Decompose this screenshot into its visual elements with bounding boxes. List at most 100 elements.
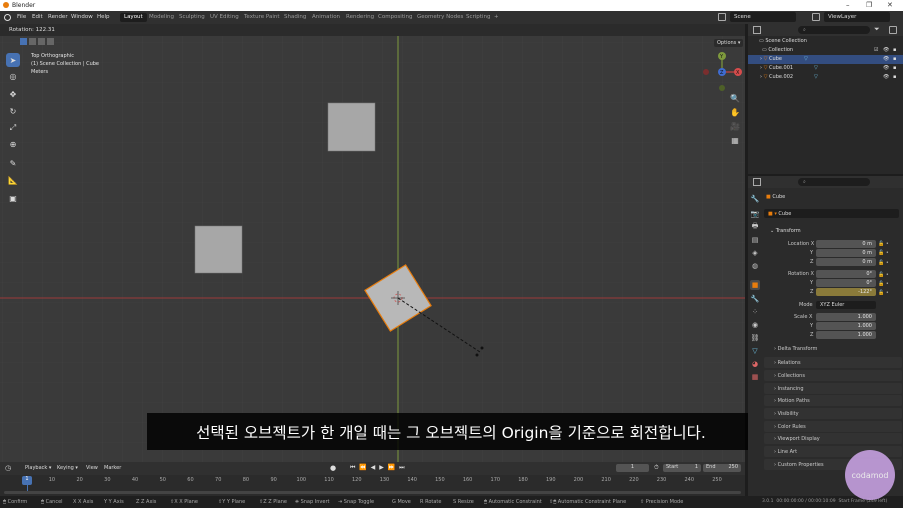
outliner-item-cube[interactable]: › ▽ Cube ▽ 👁 ▪: [748, 55, 903, 64]
particles-tab-icon[interactable]: ⁘: [750, 307, 760, 317]
timeline-scrollbar[interactable]: [4, 491, 741, 494]
outliner-search-input[interactable]: ⌕: [798, 26, 870, 34]
playback-menu[interactable]: Playback ▾: [25, 465, 51, 471]
panel-instancing[interactable]: › Instancing: [764, 383, 902, 394]
move-tool-icon[interactable]: ✥: [6, 87, 20, 101]
new-collection-icon[interactable]: [889, 26, 897, 34]
view-layer-tab-icon[interactable]: ▤: [750, 235, 760, 245]
menu-edit[interactable]: Edit: [32, 14, 43, 20]
outliner-scene-collection[interactable]: ▭ Scene Collection: [748, 37, 903, 46]
panel-collections[interactable]: › Collections: [764, 370, 902, 381]
outliner-item-cube-002[interactable]: › ▽ Cube.002 ▽ 👁 ▪: [748, 73, 903, 82]
output-tab-icon[interactable]: 🖶: [750, 222, 760, 232]
tab-layout[interactable]: Layout: [120, 13, 147, 22]
panel-motion-paths[interactable]: › Motion Paths: [764, 395, 902, 406]
panel-visibility[interactable]: › Visibility: [764, 408, 902, 419]
timeline-editor-type-icon[interactable]: ◷: [5, 464, 11, 472]
menu-file[interactable]: File: [17, 14, 26, 20]
material-tab-icon[interactable]: ◕: [750, 359, 760, 369]
location-y-field[interactable]: 0 m: [816, 249, 876, 257]
playback-controls[interactable]: ⏮ ⏪ ◀ ▶ ⏩ ⏭: [350, 464, 406, 472]
camera-icon[interactable]: ▪: [893, 74, 896, 80]
transform-panel-header[interactable]: ⌄ Transform: [764, 225, 902, 236]
rotate-tool-icon[interactable]: ↻: [6, 104, 20, 118]
scene-tab-icon[interactable]: ◈: [750, 248, 760, 258]
panel-color-rules[interactable]: › Color Rules: [764, 421, 902, 432]
rotation-x-field[interactable]: 0°: [816, 270, 876, 278]
rotation-mode-select[interactable]: XYZ Euler: [816, 301, 876, 309]
constraints-tab-icon[interactable]: ⛓: [750, 333, 760, 343]
modifier-tab-icon[interactable]: 🔧: [750, 294, 760, 304]
editor-type-icon[interactable]: [753, 26, 761, 34]
playhead[interactable]: 1: [22, 476, 32, 485]
tab-sculpting[interactable]: Sculpting: [175, 13, 209, 22]
ortho-toggle-grid-icon[interactable]: ▦: [729, 134, 741, 146]
cursor-tool-icon[interactable]: ◎: [6, 69, 20, 83]
texture-tab-icon[interactable]: ▦: [750, 372, 760, 382]
view-layer-selector[interactable]: ViewLayer: [824, 12, 890, 22]
eye-icon[interactable]: 👁: [883, 56, 889, 62]
tab-shading[interactable]: Shading: [280, 13, 310, 22]
panel-relations[interactable]: › Relations: [764, 357, 902, 368]
rotation-z-field[interactable]: -122°: [816, 288, 876, 296]
transform-tool-icon[interactable]: ⊕: [6, 137, 20, 151]
view-layer-icon[interactable]: [812, 13, 820, 21]
add-cube-tool-icon[interactable]: ▣: [6, 191, 20, 205]
world-tab-icon[interactable]: ◍: [750, 261, 760, 271]
close-button[interactable]: ✕: [887, 1, 893, 9]
tab-texture-paint[interactable]: Texture Paint: [240, 13, 284, 22]
lock-icon[interactable]: 🔓 •: [878, 289, 894, 298]
blender-menu-icon[interactable]: [4, 14, 11, 21]
scale-x-field[interactable]: 1.000: [816, 313, 876, 321]
tab-rendering[interactable]: Rendering: [342, 13, 378, 22]
tab-compositing[interactable]: Compositing: [374, 13, 416, 22]
keying-menu[interactable]: Keying ▾: [57, 465, 78, 471]
3d-viewport[interactable]: Rotation: 122.31 Top Orthographic (1) Sc…: [0, 24, 745, 462]
data-tab-icon[interactable]: ▽: [750, 346, 760, 356]
menu-help[interactable]: Help: [97, 14, 110, 20]
current-frame-field[interactable]: 1: [616, 464, 649, 472]
minimize-button[interactable]: –: [846, 1, 850, 9]
stopwatch-icon[interactable]: ⏱: [654, 464, 659, 472]
camera-icon[interactable]: ▪: [893, 56, 896, 62]
render-tab-icon[interactable]: 📷: [750, 209, 760, 219]
annotate-tool-icon[interactable]: ✎: [6, 156, 20, 170]
outliner-item-cube-001[interactable]: › ▽ Cube.001 ▽ 👁 ▪: [748, 64, 903, 73]
lock-icon[interactable]: 🔓 •: [878, 249, 894, 258]
eye-icon[interactable]: 👁: [883, 74, 889, 80]
tab-modeling[interactable]: Modeling: [145, 13, 178, 22]
navigation-gizmo[interactable]: Y X Z: [700, 50, 744, 94]
camera-icon[interactable]: ▪: [893, 65, 896, 71]
timeline-editor[interactable]: ◷ Playback ▾ Keying ▾ View Marker ● ⏮ ⏪ …: [0, 462, 745, 496]
options-dropdown[interactable]: Options ▾: [714, 39, 744, 47]
select-extend-icon[interactable]: [29, 38, 36, 45]
scene-selector[interactable]: Scene: [730, 12, 796, 22]
scale-y-field[interactable]: 1.000: [816, 322, 876, 330]
filter-icon[interactable]: ⏷: [874, 25, 880, 34]
maximize-button[interactable]: ❐: [866, 1, 872, 9]
tab-uv-editing[interactable]: UV Editing: [206, 13, 243, 22]
scene-icon[interactable]: [718, 13, 726, 21]
tab-animation[interactable]: Animation: [308, 13, 344, 22]
eye-icon[interactable]: 👁: [883, 65, 889, 71]
location-x-field[interactable]: 0 m: [816, 240, 876, 248]
frame-ruler[interactable]: 1102030405060708090100110120130140150160…: [0, 475, 745, 485]
menu-window[interactable]: Window: [71, 14, 93, 20]
panel-viewport-display[interactable]: › Viewport Display: [764, 433, 902, 444]
camera-icon[interactable]: ▪: [893, 47, 896, 53]
view-menu[interactable]: View: [86, 465, 98, 471]
scale-z-field[interactable]: 1.000: [816, 331, 876, 339]
location-z-field[interactable]: 0 m: [816, 258, 876, 266]
physics-tab-icon[interactable]: ◉: [750, 320, 760, 330]
scale-tool-icon[interactable]: ⤢: [6, 121, 20, 135]
select-box-tool-icon[interactable]: ➤: [6, 53, 20, 67]
properties-search-input[interactable]: ⌕: [798, 178, 870, 186]
camera-view-icon[interactable]: 🎥: [729, 120, 741, 132]
lock-icon[interactable]: 🔓 •: [878, 240, 894, 249]
lock-icon[interactable]: 🔓 •: [878, 271, 894, 280]
add-workspace-button[interactable]: +: [490, 13, 503, 22]
menu-render[interactable]: Render: [48, 14, 68, 20]
delta-transform-panel[interactable]: › Delta Transform: [774, 346, 817, 352]
end-frame-field[interactable]: End 250: [703, 464, 741, 472]
outliner-item-collection[interactable]: ▭ Collection ☑ 👁 ▪: [748, 46, 903, 55]
